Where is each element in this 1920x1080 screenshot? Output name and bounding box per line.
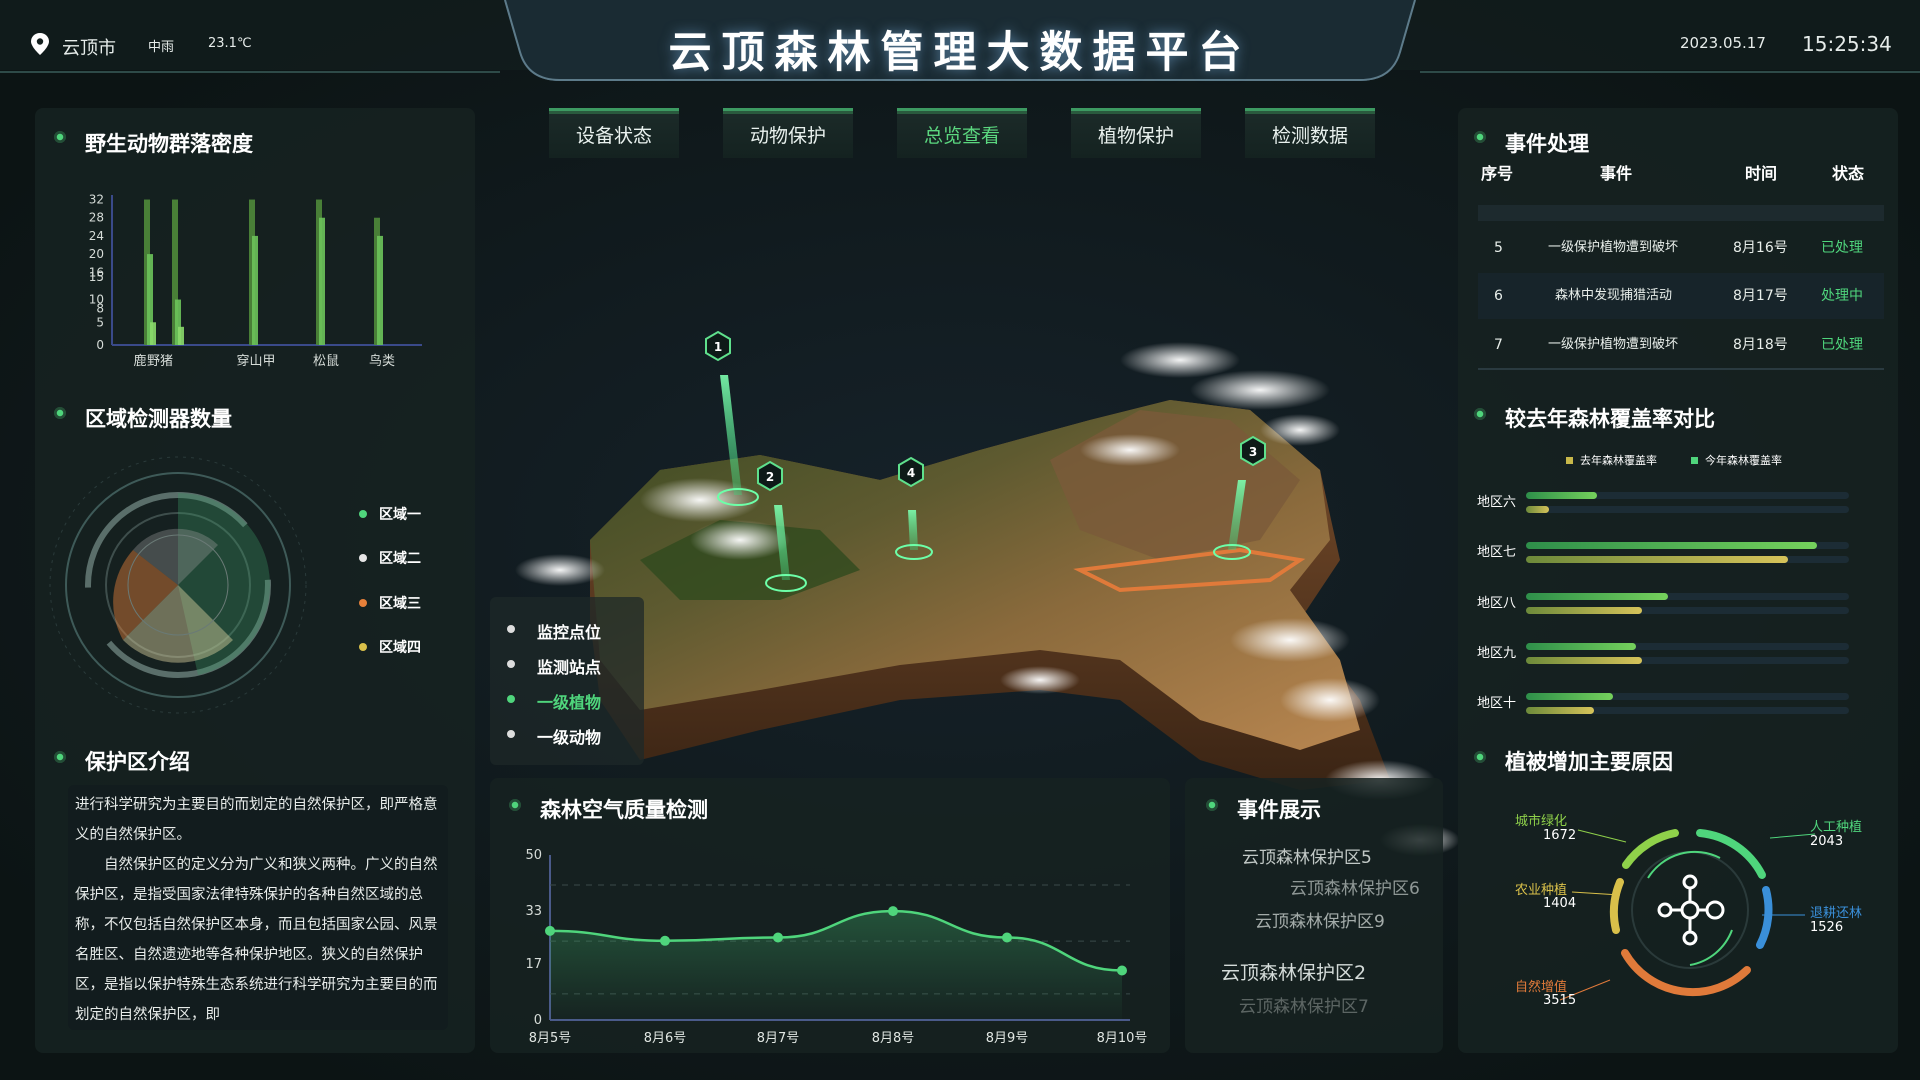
event-desc: 一级保护植物遭到破坏	[1548, 240, 1679, 255]
coverage-bar	[1526, 707, 1594, 714]
coverage-bar	[1526, 556, 1788, 563]
showcase-item[interactable]: 云顶森林保护区5	[1242, 843, 1372, 868]
coverage-legend-this: 今年森林覆盖率	[1705, 454, 1782, 467]
y-tick-label: 50	[525, 848, 542, 863]
event-desc: 一级保护植物遭到破坏	[1548, 337, 1679, 352]
map-legend-animal[interactable]: 一级动物	[537, 724, 601, 748]
air-point	[888, 906, 898, 917]
reason-value-return: 1526	[1810, 920, 1844, 935]
map-marker-2-label: 2	[766, 470, 774, 484]
reason-name-return: 退耕还林	[1810, 906, 1863, 921]
showcase-title: 事件展示	[1237, 798, 1321, 822]
map-legend-station[interactable]: 监测站点	[537, 654, 601, 678]
map-marker-3-label: 3	[1249, 445, 1257, 459]
y-tick-label: 0	[534, 1013, 542, 1028]
event-status: 已处理	[1821, 337, 1863, 353]
air-point	[660, 935, 670, 946]
map-marker-3[interactable]: 3	[1213, 435, 1266, 560]
air-chart: 50 33 17 0 8月5号 8月6号 8月7号 8月8号 8月9号 8月10号	[525, 848, 1148, 1046]
coverage-bar	[1526, 593, 1669, 600]
reason-value-natural: 3515	[1543, 993, 1577, 1008]
air-point	[545, 925, 555, 936]
coverage-category-label: 地区九	[1476, 646, 1516, 661]
x-tick-label: 8月8号	[872, 1031, 915, 1046]
legend-swatch-icon	[1566, 457, 1573, 464]
coverage-bar	[1526, 607, 1643, 614]
map-marker-1-label: 1	[714, 340, 722, 354]
map-legend-monitor[interactable]: 监控点位	[537, 619, 601, 643]
reason-value-agri: 1404	[1543, 896, 1577, 911]
coverage-bar	[1526, 506, 1549, 513]
map-marker-2[interactable]: 2	[757, 460, 807, 592]
event-no: 7	[1494, 337, 1503, 353]
air-point	[1002, 932, 1012, 943]
reason-value-artificial: 2043	[1810, 834, 1844, 849]
section-dot-icon	[1205, 798, 1219, 812]
coverage-bar	[1526, 643, 1636, 650]
event-no: 5	[1494, 240, 1503, 256]
events-header-time: 时间	[1745, 164, 1778, 183]
reasons-title: 植被增加主要原因	[1505, 750, 1673, 774]
table-row[interactable]: 5 一级保护植物遭到破坏 8月16号 已处理	[1478, 225, 1884, 271]
legend-dot-icon	[507, 660, 515, 668]
air-point	[773, 932, 783, 943]
showcase-item[interactable]: 云顶森林保护区2	[1221, 958, 1366, 985]
air-area	[550, 911, 1122, 1020]
coverage-category-label: 地区七	[1476, 545, 1516, 560]
x-tick-label: 8月6号	[644, 1031, 687, 1046]
section-dot-icon	[508, 798, 522, 812]
coverage-legend-last: 去年森林覆盖率	[1580, 454, 1657, 467]
table-row[interactable]: 6 森林中发现捕猎活动 8月17号 处理中	[1478, 273, 1884, 319]
event-time: 8月16号	[1733, 240, 1788, 256]
coverage-title: 较去年森林覆盖率对比	[1505, 407, 1715, 431]
coverage-bar	[1526, 492, 1598, 499]
events-header-status: 状态	[1832, 164, 1865, 183]
showcase-item[interactable]: 云顶森林保护区9	[1255, 907, 1385, 932]
event-status: 处理中	[1821, 288, 1863, 304]
reason-value-urban: 1672	[1543, 828, 1577, 843]
reason-name-artificial: 人工种植	[1810, 820, 1863, 835]
events-scroll-header	[1478, 205, 1884, 221]
x-tick-label: 8月5号	[529, 1031, 572, 1046]
air-point	[1117, 965, 1127, 976]
coverage-category-label: 地区八	[1476, 596, 1516, 611]
coverage-category-label: 地区十	[1476, 696, 1516, 711]
legend-swatch-icon	[1691, 457, 1698, 464]
event-time: 8月18号	[1733, 337, 1788, 353]
y-tick-label: 17	[525, 957, 542, 972]
x-tick-label: 8月9号	[986, 1031, 1029, 1046]
event-time: 8月17号	[1733, 288, 1788, 304]
reason-name-urban: 城市绿化	[1515, 814, 1568, 829]
section-dot-icon	[1473, 407, 1487, 421]
events-title: 事件处理	[1505, 132, 1589, 156]
x-tick-label: 8月7号	[757, 1031, 800, 1046]
legend-dot-icon	[507, 695, 515, 703]
showcase-item[interactable]: 云顶森林保护区6	[1290, 874, 1420, 899]
section-dot-icon	[1473, 750, 1487, 764]
map-legend-plant[interactable]: 一级植物	[537, 689, 601, 713]
coverage-bar	[1526, 693, 1614, 700]
map-marker-4-label: 4	[907, 466, 915, 480]
coverage-category-label: 地区六	[1476, 495, 1516, 510]
showcase-item[interactable]: 云顶森林保护区7	[1239, 992, 1369, 1017]
events-header-no: 序号	[1481, 164, 1514, 183]
events-divider	[1478, 368, 1884, 370]
legend-dot-icon	[507, 730, 515, 738]
map-marker-4[interactable]: 4	[895, 456, 933, 560]
coverage-bar	[1526, 657, 1643, 664]
air-title: 森林空气质量检测	[540, 798, 708, 822]
x-tick-label: 8月10号	[1097, 1031, 1148, 1046]
events-header-event: 事件	[1600, 164, 1633, 183]
event-no: 6	[1494, 288, 1503, 304]
coverage-bar	[1526, 542, 1817, 549]
map-marker-1[interactable]: 1	[705, 330, 759, 506]
event-desc: 森林中发现捕猎活动	[1555, 288, 1673, 303]
section-dot-icon	[1473, 130, 1487, 144]
legend-dot-icon	[507, 625, 515, 633]
table-row[interactable]: 7 一级保护植物遭到破坏 8月18号 已处理	[1478, 322, 1884, 368]
y-tick-label: 33	[525, 904, 542, 919]
coverage-track	[1526, 506, 1849, 513]
event-status: 已处理	[1821, 240, 1863, 256]
